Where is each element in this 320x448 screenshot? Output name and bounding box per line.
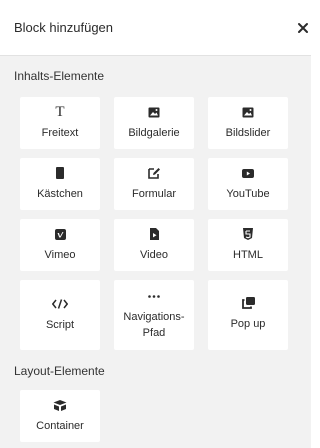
tile-label: Vimeo	[44, 249, 76, 261]
image-icon	[148, 105, 160, 119]
tile-bildgalerie[interactable]: Bildgalerie	[114, 97, 194, 149]
html5-icon	[243, 227, 253, 241]
tile-label: HTML	[233, 249, 263, 261]
tile-label: Bildslider	[225, 127, 271, 139]
tile-html[interactable]: HTML	[208, 219, 288, 271]
tile-label: Pop up	[230, 318, 266, 330]
tile-script[interactable]: Script	[20, 280, 100, 350]
tile-vimeo[interactable]: Vimeo	[20, 219, 100, 271]
content-section-title: Inhalts-Elemente	[14, 69, 105, 83]
tile-video[interactable]: Video	[114, 219, 194, 271]
tile-kaestchen[interactable]: Kästchen	[20, 158, 100, 210]
tile-label: Script	[45, 319, 75, 331]
panel-title: Block hinzufügen	[14, 20, 114, 35]
code-icon	[52, 297, 68, 311]
tile-youtube[interactable]: YouTube	[208, 158, 288, 210]
tile-label: Video	[140, 249, 168, 261]
text-icon: T	[55, 103, 65, 120]
box-icon	[56, 166, 64, 180]
panel-header: Block hinzufügen	[0, 0, 311, 56]
tile-popup[interactable]: Pop up	[208, 280, 288, 350]
tile-formular[interactable]: Formular	[114, 158, 194, 210]
tile-label: Navigations- Pfad	[123, 311, 185, 339]
layout-section-title: Layout-Elemente	[14, 364, 105, 378]
popup-window-icon	[241, 296, 255, 310]
ellipsis-icon	[148, 289, 160, 303]
image-icon	[242, 105, 254, 119]
content-elements-grid: T Freitext Bildgalerie Bildslider Kästch…	[0, 97, 288, 350]
tile-label: Bildgalerie	[128, 127, 180, 139]
youtube-icon	[242, 166, 254, 180]
tile-bildslider[interactable]: Bildslider	[208, 97, 288, 149]
container-icon	[53, 398, 67, 412]
edit-form-icon	[147, 166, 161, 180]
tile-navigationspfad[interactable]: Navigations- Pfad	[114, 280, 194, 350]
vimeo-icon	[54, 227, 66, 241]
tile-label: Kästchen	[37, 188, 83, 200]
video-file-icon	[149, 227, 159, 241]
tile-label: Container	[36, 420, 84, 432]
tile-label: Freitext	[41, 127, 79, 139]
layout-elements-grid: Container	[0, 390, 288, 442]
close-icon[interactable]	[297, 18, 311, 38]
tile-container[interactable]: Container	[20, 390, 100, 442]
tile-label: YouTube	[226, 188, 270, 200]
add-block-panel: Block hinzufügen Inhalts-Elemente T Frei…	[0, 0, 311, 448]
tile-freitext[interactable]: T Freitext	[20, 97, 100, 149]
tile-label: Formular	[131, 188, 176, 200]
